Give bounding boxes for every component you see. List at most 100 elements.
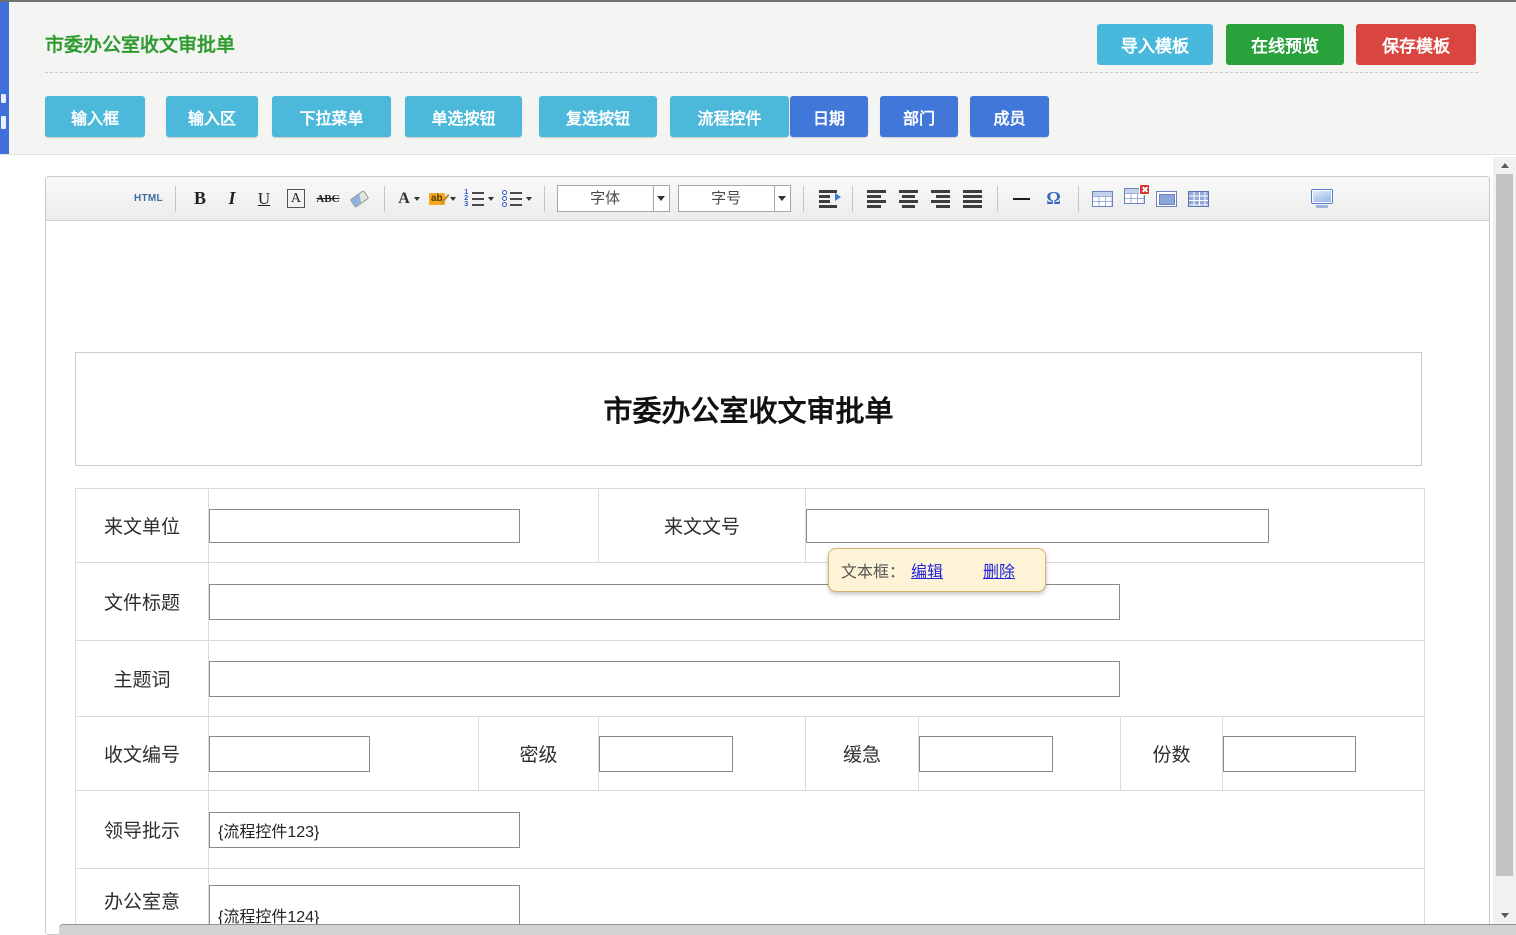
incoming-number-input[interactable] <box>806 509 1269 543</box>
table-delete-icon <box>1124 188 1145 209</box>
fullscreen-button[interactable] <box>1219 184 1333 214</box>
cell-frame-icon <box>1156 191 1177 207</box>
ordered-list-button[interactable] <box>464 184 494 214</box>
editor-toolbar: HTML B I U A ABC A ab <box>46 177 1489 221</box>
font-family-select[interactable]: 字体 <box>557 185 670 212</box>
toolbox-dropdown-button[interactable]: 下拉菜单 <box>272 96 391 137</box>
italic-button[interactable]: I <box>220 184 244 214</box>
monitor-icon <box>1311 189 1333 208</box>
secrecy-input[interactable] <box>599 736 733 772</box>
align-justify-icon <box>963 190 982 208</box>
toolbar-divider <box>384 186 385 212</box>
form-title: 市委办公室收文审批单 <box>75 352 1422 466</box>
red-x-icon <box>1139 184 1150 195</box>
delete-table-button[interactable] <box>1123 184 1147 214</box>
page-title: 市委办公室收文审批单 <box>45 30 235 57</box>
editor-canvas[interactable]: 市委办公室收文审批单 来文单位 来文文号 文件标题 主题词 <box>46 221 1489 933</box>
highlight-color-button[interactable]: ab <box>429 184 456 214</box>
toolbox-department-button[interactable]: 部门 <box>880 96 958 137</box>
table-row: 领导批示 <box>76 791 1425 869</box>
horizontal-rule-button[interactable] <box>1010 184 1034 214</box>
align-justify-button[interactable] <box>961 184 985 214</box>
underline-button[interactable]: U <box>252 184 276 214</box>
toolbar-divider <box>544 186 545 212</box>
toolbox-checkbox-button[interactable]: 复选按钮 <box>539 96 657 137</box>
field-label-incoming-number: 来文文号 <box>599 489 806 563</box>
caret-down-icon <box>488 197 494 201</box>
align-right-button[interactable] <box>929 184 953 214</box>
caret-down-icon <box>414 197 420 201</box>
toolbox-date-button[interactable]: 日期 <box>790 96 868 137</box>
caret-down-icon <box>450 197 456 201</box>
table-icon <box>1092 191 1113 207</box>
form-table: 来文单位 来文文号 文件标题 主题词 收文编号 密级 <box>75 488 1425 933</box>
delete-link[interactable]: 删除 <box>983 558 1015 582</box>
font-family-value: 字体 <box>558 186 653 211</box>
align-left-button[interactable] <box>865 184 889 214</box>
caret-down-icon <box>653 186 669 211</box>
table-properties-button[interactable] <box>1187 184 1211 214</box>
char-border-button[interactable]: A <box>284 184 308 214</box>
align-right-icon <box>931 190 950 208</box>
font-color-button[interactable]: A <box>397 184 421 214</box>
rich-text-editor: HTML B I U A ABC A ab <box>45 176 1490 935</box>
header: 市委办公室收文审批单 导入模板 在线预览 保存模板 输入框 输入区 下拉菜单 单… <box>0 2 1516 155</box>
boxed-a-icon: A <box>287 189 305 209</box>
source-code-button[interactable]: HTML <box>134 184 163 214</box>
toolbox-member-button[interactable]: 成员 <box>970 96 1049 137</box>
table-row: 主题词 <box>76 641 1425 717</box>
toolbar-divider <box>997 186 998 212</box>
indent-button[interactable] <box>816 184 840 214</box>
horizontal-rule-icon <box>1013 198 1030 200</box>
field-label-urgency: 缓急 <box>806 717 919 791</box>
field-label-doc-title: 文件标题 <box>76 563 209 641</box>
edit-link[interactable]: 编辑 <box>911 558 943 582</box>
preview-online-button[interactable]: 在线预览 <box>1226 24 1344 65</box>
font-size-select[interactable]: 字号 <box>678 185 791 212</box>
scroll-down-button[interactable] <box>1493 907 1516 924</box>
strikethrough-button[interactable]: ABC <box>316 184 340 214</box>
table-row: 来文单位 来文文号 <box>76 489 1425 563</box>
toolbox-textarea-button[interactable]: 输入区 <box>166 96 258 137</box>
insert-table-button[interactable] <box>1091 184 1115 214</box>
left-edge-strip <box>0 2 9 154</box>
align-left-icon <box>867 190 886 208</box>
font-color-icon: A <box>398 191 410 207</box>
bold-button[interactable]: B <box>188 184 212 214</box>
receipt-number-input[interactable] <box>209 736 370 772</box>
toolbox-input-box-button[interactable]: 输入框 <box>45 96 145 137</box>
save-template-button[interactable]: 保存模板 <box>1356 24 1476 65</box>
unordered-list-icon <box>502 191 522 207</box>
table-row: 收文编号 密级 缓急 份数 <box>76 717 1425 791</box>
arrow-up-icon <box>1501 163 1509 168</box>
cell-properties-button[interactable] <box>1155 184 1179 214</box>
urgency-input[interactable] <box>919 736 1053 772</box>
toolbox-radio-button[interactable]: 单选按钮 <box>405 96 522 137</box>
header-divider <box>45 72 1478 73</box>
scrollbar-thumb[interactable] <box>1496 174 1513 876</box>
incoming-unit-input[interactable] <box>209 509 520 543</box>
leader-remarks-control[interactable] <box>209 812 520 848</box>
remove-format-button[interactable] <box>348 184 372 214</box>
eraser-icon <box>350 190 370 208</box>
field-label-subject-words: 主题词 <box>76 641 209 717</box>
table-row: 文件标题 <box>76 563 1425 641</box>
special-character-button[interactable]: Ω <box>1042 184 1066 214</box>
align-center-icon <box>899 190 918 208</box>
copies-input[interactable] <box>1223 736 1356 772</box>
align-center-button[interactable] <box>897 184 921 214</box>
caret-down-icon <box>774 186 790 211</box>
subject-words-input[interactable] <box>209 661 1120 697</box>
field-label-leader-remarks: 领导批示 <box>76 791 209 869</box>
field-label-secrecy: 密级 <box>479 717 599 791</box>
font-size-value: 字号 <box>679 186 774 211</box>
import-template-button[interactable]: 导入模板 <box>1097 24 1213 65</box>
toolbar-divider <box>852 186 853 212</box>
left-strip-mark <box>1 116 6 129</box>
tooltip-label: 文本框： <box>841 558 905 582</box>
unordered-list-button[interactable] <box>502 184 532 214</box>
toolbox-flow-control-button[interactable]: 流程控件 <box>670 96 789 137</box>
scroll-up-button[interactable] <box>1493 157 1516 174</box>
vertical-scrollbar[interactable] <box>1493 157 1516 924</box>
toolbar-divider <box>175 186 176 212</box>
